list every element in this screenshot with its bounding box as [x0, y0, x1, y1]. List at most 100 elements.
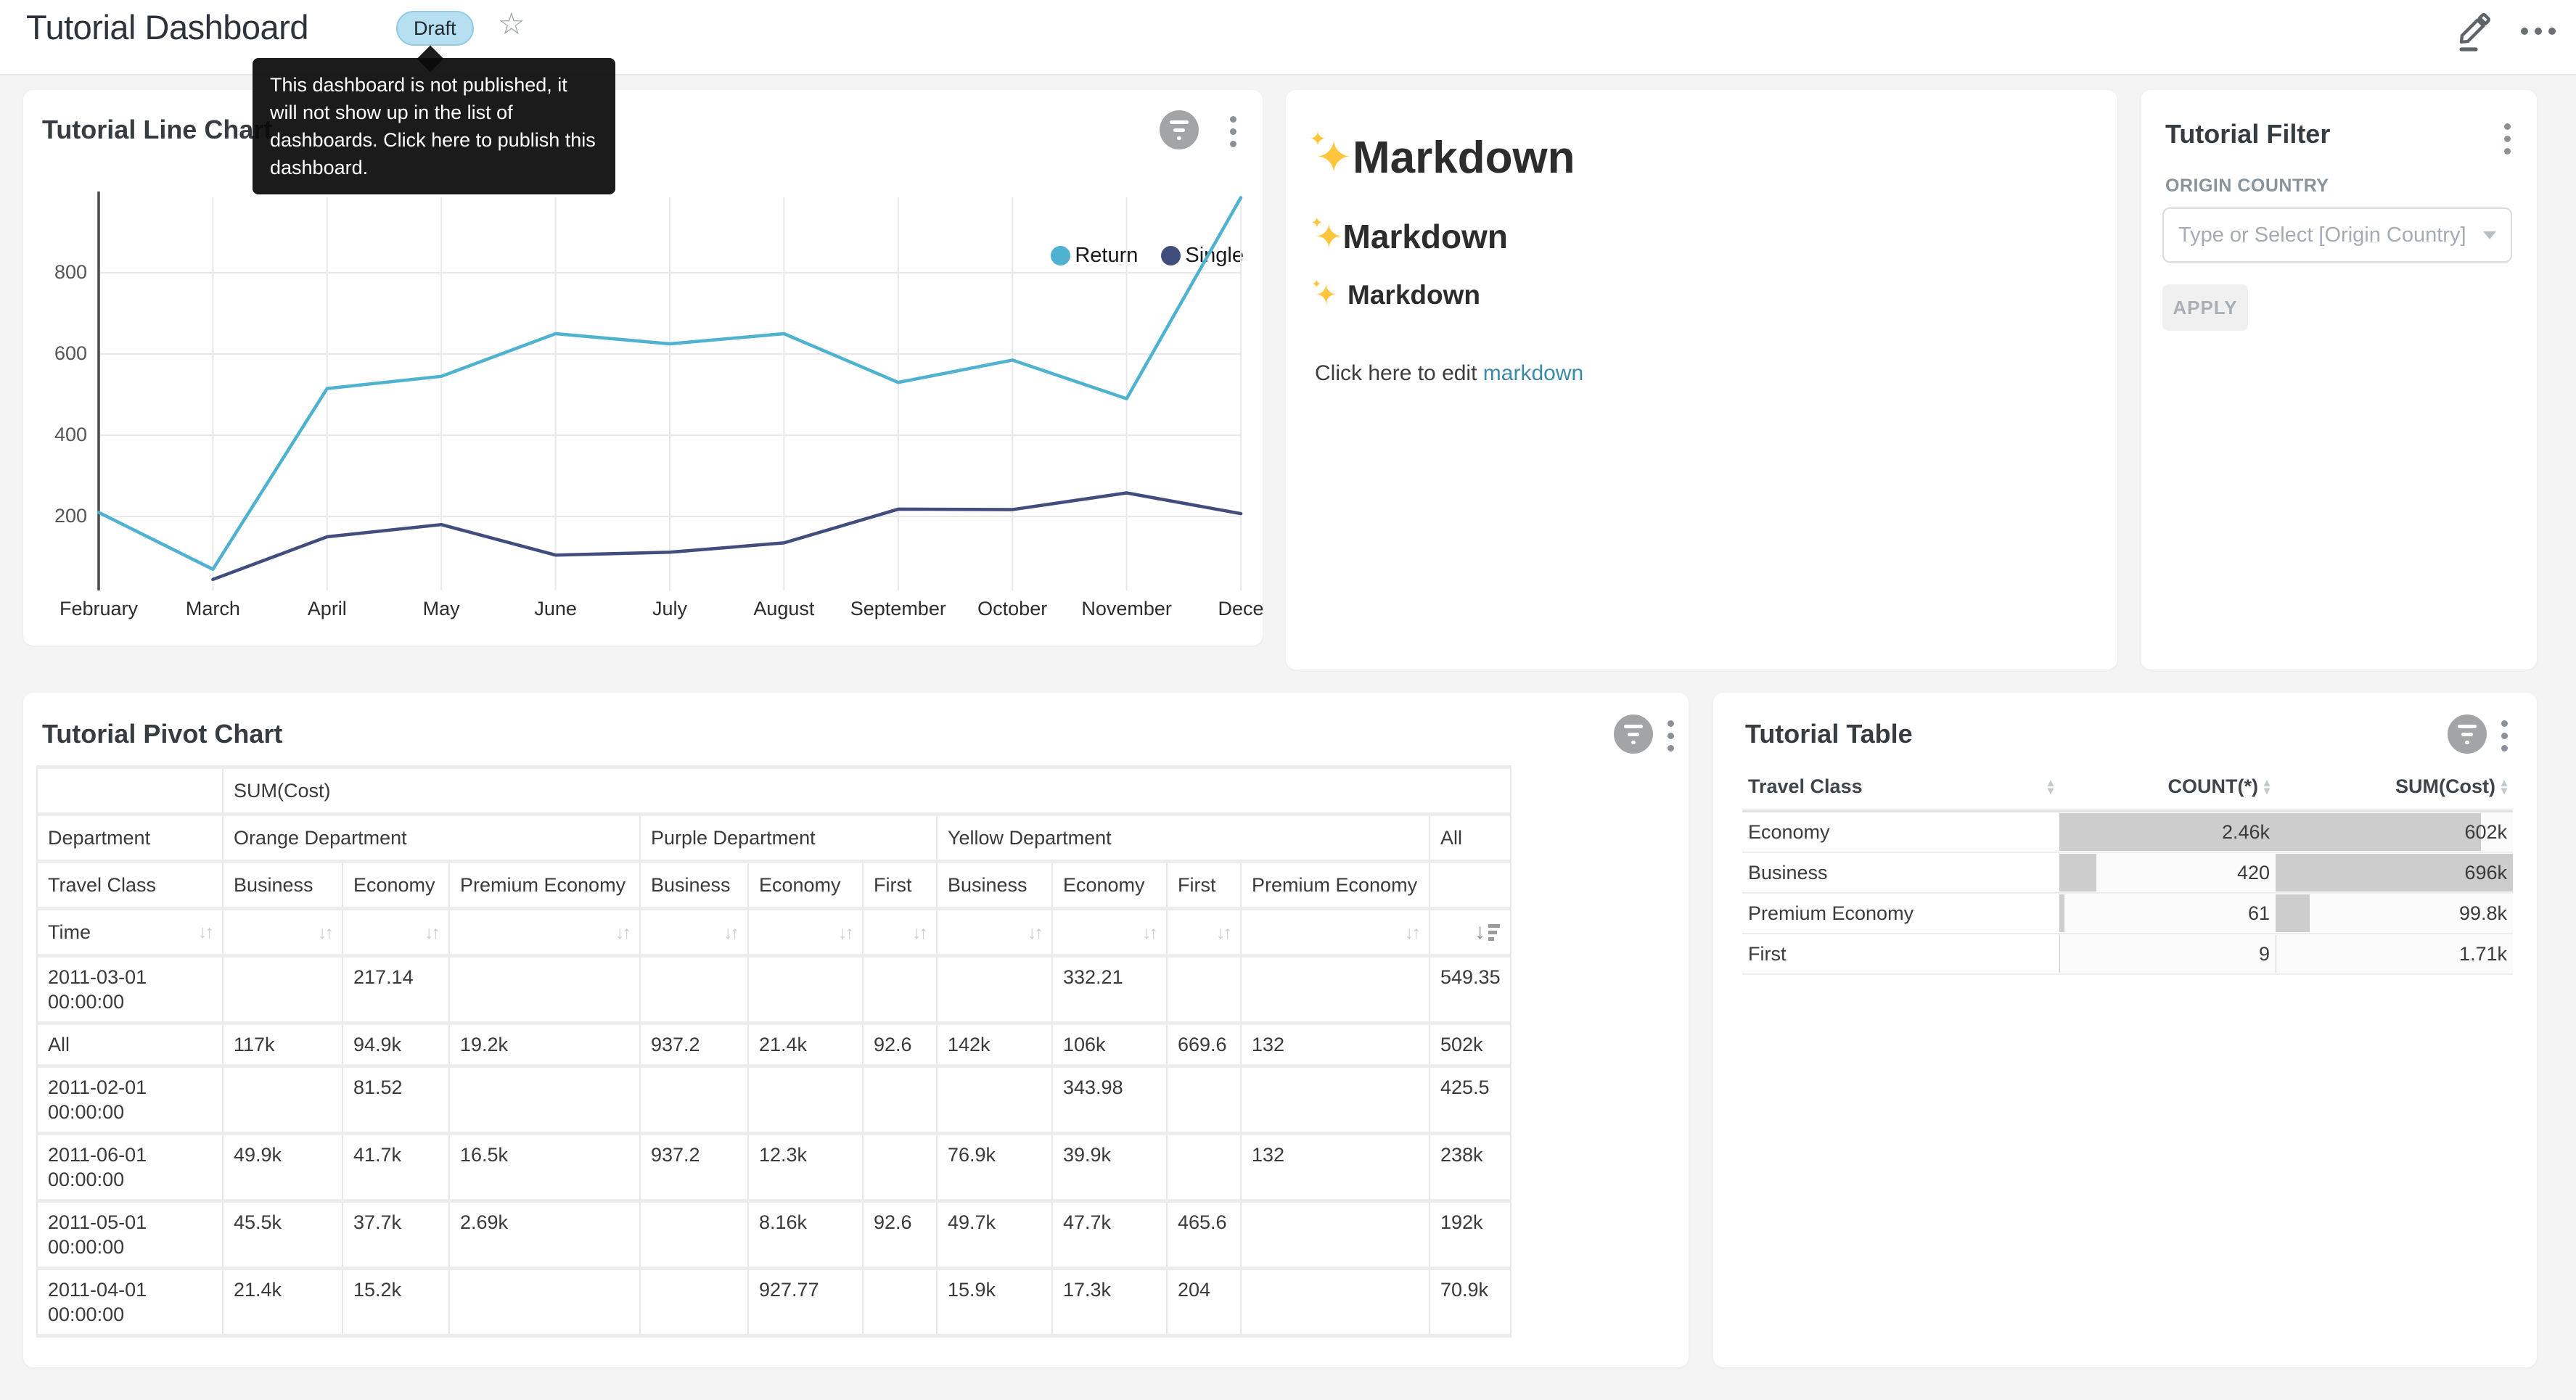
pivot-value-cell: [640, 1066, 748, 1134]
sort-icon[interactable]: ↓↑: [1216, 923, 1230, 943]
pivot-class-header: Premium Economy: [449, 862, 640, 909]
edit-markdown-link[interactable]: markdown: [1483, 361, 1583, 385]
table-card: Tutorial Table Travel Class▴▾COUNT(*)▴▾S…: [1713, 693, 2537, 1367]
count-bar: [2059, 894, 2064, 932]
table-row: Business420696k: [1742, 852, 2513, 893]
pivot-value-cell: [748, 956, 863, 1024]
pivot-sort-cell-active: ↓: [1429, 909, 1511, 956]
more-actions-button[interactable]: [2521, 10, 2556, 52]
column-header-count[interactable]: COUNT(*)▴▾: [2059, 768, 2276, 811]
pivot-value-cell: 39.9k: [1052, 1134, 1167, 1201]
markdown-paragraph: Click here to edit markdown: [1315, 361, 2088, 386]
dashboard-page: Tutorial Dashboard Draft ☆ This dashboar…: [0, 0, 2576, 1400]
x-axis-month-label: Dece: [1218, 598, 1263, 620]
sort-icon[interactable]: ↓↑: [912, 923, 926, 943]
sum-bar: [2276, 894, 2310, 932]
pivot-value-cell: 106k: [1052, 1024, 1167, 1066]
pivot-value-cell: 41.7k: [342, 1134, 449, 1201]
markdown-card: ✦✦Markdown ✦✦Markdown ✦✦Markdown Click h…: [1286, 90, 2117, 670]
sort-icon[interactable]: ↓↑: [838, 923, 852, 943]
pivot-sort-cell: ↓↑: [748, 909, 863, 956]
origin-country-select[interactable]: Type or Select [Origin Country]: [2162, 207, 2512, 263]
x-axis-month-label: October: [977, 598, 1047, 620]
pivot-value-cell: 37.7k: [342, 1201, 449, 1269]
pivot-value-cell: 343.98: [1052, 1066, 1167, 1134]
pivot-table: SUM(Cost)DepartmentOrange DepartmentPurp…: [36, 765, 1511, 1338]
chart-menu-kebab-icon[interactable]: [2501, 720, 2508, 752]
pivot-value-cell: 549.35: [1429, 956, 1511, 1024]
column-sorter-icon[interactable]: ▴▾: [2048, 779, 2054, 795]
pivot-sort-cell: ↓↑: [1167, 909, 1241, 956]
sort-descending-icon[interactable]: ↓: [1474, 922, 1500, 942]
pivot-data-row: 2011-02-01 00:00:0081.52343.98425.5: [37, 1066, 1511, 1134]
pivot-value-cell: [449, 1269, 640, 1336]
pivot-value-cell: 465.6: [1167, 1201, 1241, 1269]
pencil-icon: [2454, 10, 2493, 52]
x-axis-month-label: July: [652, 598, 687, 620]
pivot-value-cell: 15.9k: [937, 1269, 1052, 1336]
table-row: First91.71k: [1742, 934, 2513, 974]
sum-cost-cell: 696k: [2276, 852, 2513, 893]
applied-filters-icon[interactable]: [1614, 715, 1653, 754]
pivot-data-row: 2011-04-01 00:00:0021.4k15.2k927.7715.9k…: [37, 1269, 1511, 1336]
filter-card-title: Tutorial Filter: [2165, 119, 2330, 149]
pivot-value-cell: 2.69k: [449, 1201, 640, 1269]
sort-icon[interactable]: ↓↑: [615, 923, 629, 943]
pivot-value-cell: 937.2: [640, 1134, 748, 1201]
applied-filters-icon[interactable]: [2448, 715, 2487, 754]
column-header-travel-class[interactable]: Travel Class▴▾: [1742, 768, 2059, 811]
pivot-value-cell: 927.77: [748, 1269, 863, 1336]
pivot-row-label: 2011-02-01 00:00:00: [37, 1066, 223, 1134]
pivot-group-header: Yellow Department: [937, 815, 1429, 862]
travel-class-cell: Economy: [1742, 811, 2059, 852]
pivot-class-header: Economy: [1052, 862, 1167, 909]
filter-menu-kebab-icon[interactable]: [2504, 123, 2511, 155]
pivot-value-cell: 16.5k: [449, 1134, 640, 1201]
pivot-value-cell: [863, 956, 937, 1024]
x-axis-month-label: February: [60, 598, 138, 620]
sparkle-icon: ✦✦: [1315, 131, 1353, 184]
pivot-department-row: DepartmentOrange DepartmentPurple Depart…: [37, 815, 1511, 862]
column-header-sum-cost[interactable]: SUM(Cost)▴▾: [2276, 768, 2513, 811]
pivot-value-cell: 21.4k: [748, 1024, 863, 1066]
travel-class-cell: First: [1742, 934, 2059, 974]
unpublished-tooltip: This dashboard is not published, it will…: [253, 58, 615, 194]
column-sorter-icon[interactable]: ▴▾: [2264, 779, 2270, 795]
pivot-sort-cell: ↓↑: [640, 909, 748, 956]
sort-icon[interactable]: ↓↑: [1142, 923, 1156, 943]
sort-icon[interactable]: ↓↑: [1027, 923, 1041, 943]
sort-icon[interactable]: ↓↑: [1405, 923, 1419, 943]
sort-icon[interactable]: ↓↑: [198, 920, 212, 944]
pivot-value-cell: 117k: [223, 1024, 342, 1066]
sort-icon[interactable]: ↓↑: [424, 923, 438, 943]
sort-icon[interactable]: ↓↑: [318, 923, 332, 943]
draft-status-badge[interactable]: Draft: [396, 11, 474, 46]
sort-icon[interactable]: ↓↑: [723, 923, 737, 943]
apply-button[interactable]: APPLY: [2162, 284, 2248, 331]
pivot-value-cell: 142k: [937, 1024, 1052, 1066]
table-row: Premium Economy6199.8k: [1742, 893, 2513, 934]
pivot-value-cell: 49.7k: [937, 1201, 1052, 1269]
count-cell: 2.46k: [2059, 811, 2276, 852]
pivot-value-cell: 21.4k: [223, 1269, 342, 1336]
line-chart-canvas[interactable]: 200400600800FebruaryMarchAprilMayJuneJul…: [23, 90, 1263, 646]
pivot-value-cell: [223, 1066, 342, 1134]
pivot-value-cell: [1241, 1066, 1429, 1134]
pivot-all-header: All: [1429, 815, 1511, 862]
chart-menu-kebab-icon[interactable]: [1668, 720, 1674, 752]
favorite-star-icon[interactable]: ☆: [498, 6, 525, 41]
pivot-class-header: Premium Economy: [1241, 862, 1429, 909]
pivot-value-cell: 204: [1167, 1269, 1241, 1336]
y-axis-tick-label: 200: [29, 505, 87, 527]
pivot-metric-row: SUM(Cost): [37, 767, 1511, 815]
pivot-value-cell: 45.5k: [223, 1201, 342, 1269]
pivot-value-cell: [863, 1269, 937, 1336]
pivot-value-cell: 12.3k: [748, 1134, 863, 1201]
column-sorter-icon[interactable]: ▴▾: [2501, 779, 2507, 795]
edit-dashboard-button[interactable]: [2454, 10, 2493, 52]
markdown-heading-1: ✦✦Markdown: [1315, 131, 2088, 184]
pivot-value-cell: 132: [1241, 1134, 1429, 1201]
pivot-value-cell: 92.6: [863, 1201, 937, 1269]
pivot-value-cell: 669.6: [1167, 1024, 1241, 1066]
pivot-value-cell: [449, 1066, 640, 1134]
